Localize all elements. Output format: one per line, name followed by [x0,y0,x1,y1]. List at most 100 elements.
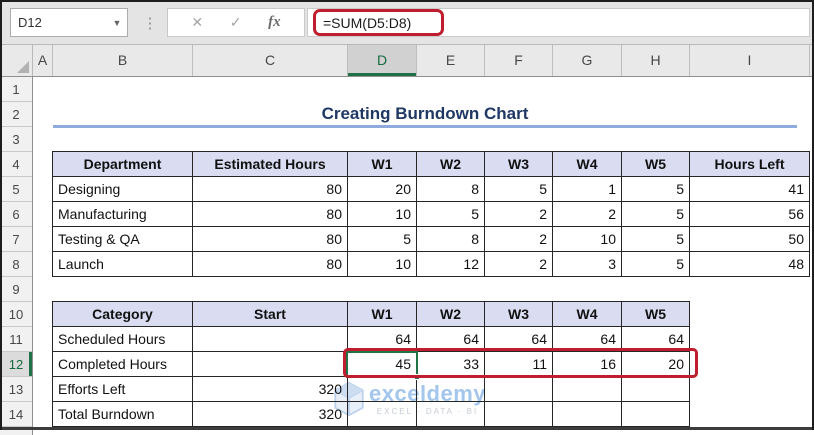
table1-cell-r1c4[interactable]: 2 [485,202,553,227]
table1-header-5[interactable]: W4 [553,152,622,177]
table2-header-6[interactable]: W5 [622,302,690,327]
table1-cell-r2c4[interactable]: 2 [485,227,553,252]
table2-cell-r2c3[interactable] [417,377,485,402]
table1-cell-r1c1[interactable]: 80 [193,202,348,227]
table2-cell-r3c3[interactable] [417,402,485,427]
column-header-I[interactable]: I [690,45,810,76]
table1-cell-r1c3[interactable]: 5 [417,202,485,227]
table1-cell-r3c2[interactable]: 10 [348,252,417,277]
table2-cell-r3c4[interactable] [485,402,553,427]
row-header-11[interactable]: 11 [0,327,32,352]
table2-cell-r3c1[interactable]: 320 [193,402,348,427]
table2-header-2[interactable]: W1 [348,302,417,327]
table1-cell-r2c6[interactable]: 5 [622,227,690,252]
table1-cell-r2c7[interactable]: 50 [690,227,810,252]
row-header-2[interactable]: 2 [0,102,32,127]
column-header-H[interactable]: H [622,45,690,76]
table2-cell-r2c1[interactable]: 320 [193,377,348,402]
table2-cell-r3c6[interactable] [622,402,690,427]
enter-icon[interactable]: ✓ [230,14,242,31]
row-header-3[interactable]: 3 [0,127,32,152]
table2-cell-r3c5[interactable] [553,402,622,427]
title-underline [53,125,797,128]
table1-cell-r0c1[interactable]: 80 [193,177,348,202]
table1-header-1[interactable]: Estimated Hours [193,152,348,177]
table2-header-5[interactable]: W4 [553,302,622,327]
table1-cell-r2c2[interactable]: 5 [348,227,417,252]
table1-cell-r1c7[interactable]: 56 [690,202,810,227]
row-header-4[interactable]: 4 [0,152,32,177]
row-header-7[interactable]: 7 [0,227,32,252]
table1-cell-r0c0[interactable]: Designing [53,177,193,202]
table1-cell-r3c5[interactable]: 3 [553,252,622,277]
table1-cell-r0c4[interactable]: 5 [485,177,553,202]
table1-cell-r2c1[interactable]: 80 [193,227,348,252]
name-box[interactable]: D12 ▼ [10,8,128,37]
row-header-1[interactable]: 1 [0,77,32,102]
column-header-F[interactable]: F [485,45,553,76]
column-header-A[interactable]: A [33,45,53,76]
table2-cell-r2c0[interactable]: Efforts Left [53,377,193,402]
table1-header-3[interactable]: W2 [417,152,485,177]
table1-cell-r3c7[interactable]: 48 [690,252,810,277]
table2-cell-r0c0[interactable]: Scheduled Hours [53,327,193,352]
table2-cell-r0c1[interactable] [193,327,348,352]
table1-cell-r0c2[interactable]: 20 [348,177,417,202]
select-all-corner[interactable] [0,45,33,76]
row-header-10[interactable]: 10 [0,302,32,327]
cancel-icon[interactable]: ✕ [191,14,203,31]
table1-cell-r2c5[interactable]: 10 [553,227,622,252]
column-header-C[interactable]: C [193,45,348,76]
table2-header-1[interactable]: Start [193,302,348,327]
table1-cell-r1c6[interactable]: 5 [622,202,690,227]
table1-header-2[interactable]: W1 [348,152,417,177]
table1-cell-r3c3[interactable]: 12 [417,252,485,277]
frame-edge [0,0,814,2]
row-header-14[interactable]: 14 [0,402,32,427]
table2-cell-r3c2[interactable] [348,402,417,427]
table1-cell-r0c7[interactable]: 41 [690,177,810,202]
column-header-G[interactable]: G [553,45,622,76]
table2-header-0[interactable]: Category [53,302,193,327]
table2-cell-r2c4[interactable] [485,377,553,402]
table1-cell-r0c6[interactable]: 5 [622,177,690,202]
table1-header-7[interactable]: Hours Left [690,152,810,177]
sheet-title-cell[interactable]: Creating Burndown Chart [53,102,797,125]
table1-cell-r2c3[interactable]: 8 [417,227,485,252]
row-header-5[interactable]: 5 [0,177,32,202]
table1-cell-r3c0[interactable]: Launch [53,252,193,277]
table1-cell-r0c5[interactable]: 1 [553,177,622,202]
name-box-dropdown-icon[interactable]: ▼ [107,18,127,28]
table2-header-3[interactable]: W2 [417,302,485,327]
table1-cell-r2c0[interactable]: Testing & QA [53,227,193,252]
table1-header-6[interactable]: W5 [622,152,690,177]
insert-function-icon[interactable]: fx [268,14,281,31]
table2-cell-r2c5[interactable] [553,377,622,402]
table1-cell-r0c3[interactable]: 8 [417,177,485,202]
table2-cell-r2c2[interactable] [348,377,417,402]
table2-cell-r3c0[interactable]: Total Burndown [53,402,193,427]
completed-hours-annotation-box [343,348,698,378]
row-header-6[interactable]: 6 [0,202,32,227]
table1-cell-r1c2[interactable]: 10 [348,202,417,227]
column-header-E[interactable]: E [417,45,485,76]
table2-cell-r1c1[interactable] [193,352,348,377]
row-header-12[interactable]: 12 [0,352,32,377]
table2-header-4[interactable]: W3 [485,302,553,327]
table1-header-0[interactable]: Department [53,152,193,177]
column-header-B[interactable]: B [53,45,193,76]
column-header-D[interactable]: D [348,45,417,76]
table1-cell-r3c6[interactable]: 5 [622,252,690,277]
row-header-8[interactable]: 8 [0,252,32,277]
table1-cell-r3c4[interactable]: 2 [485,252,553,277]
row-header-9[interactable]: 9 [0,277,32,302]
row-header-13[interactable]: 13 [0,377,32,402]
table2-cell-r2c6[interactable] [622,377,690,402]
table2-cell-r1c0[interactable]: Completed Hours [53,352,193,377]
toolbar-separator-dots-icon: ⋮ [142,14,158,32]
table1-cell-r1c0[interactable]: Manufacturing [53,202,193,227]
table1-header-4[interactable]: W3 [485,152,553,177]
table1-cell-r3c1[interactable]: 80 [193,252,348,277]
row-header-strip: 1 2 3 4 5 6 7 8 9 10 11 12 13 14 [0,77,33,427]
table1-cell-r1c5[interactable]: 2 [553,202,622,227]
